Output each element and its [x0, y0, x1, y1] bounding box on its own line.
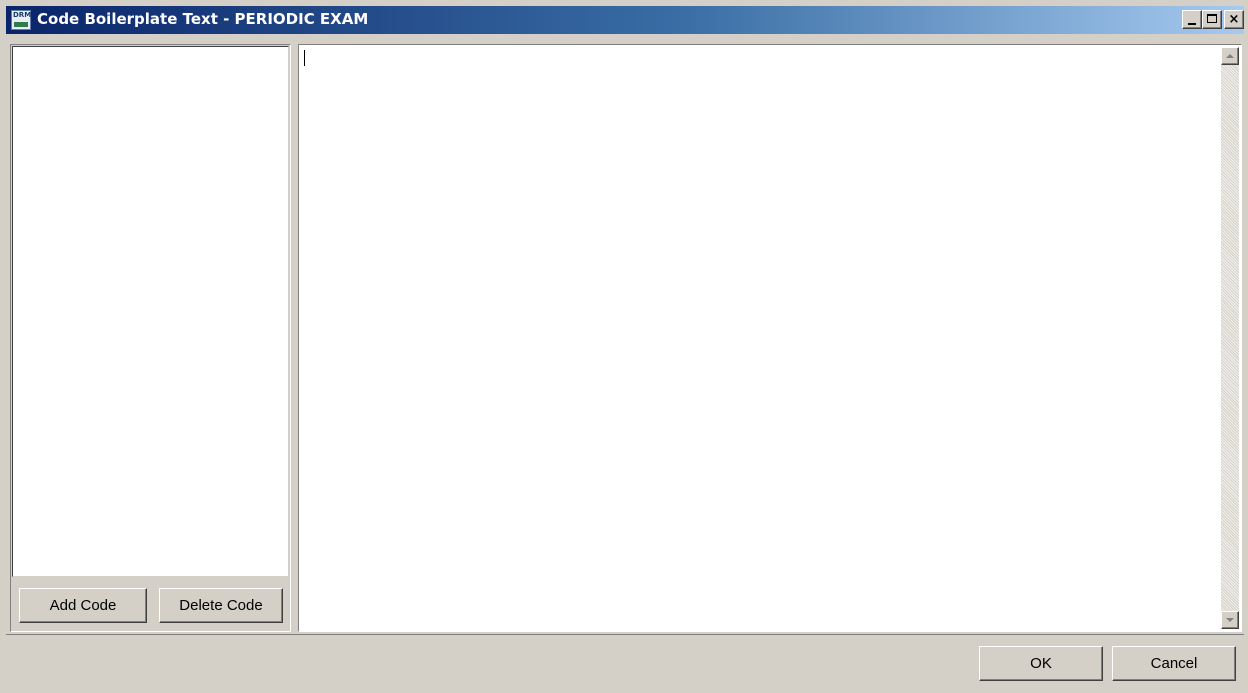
scroll-down-button[interactable] [1221, 611, 1239, 629]
app-icon-bar [14, 22, 28, 27]
arrow-up-icon [1226, 54, 1234, 58]
boilerplate-text-editor[interactable] [298, 44, 1242, 632]
maximize-icon [1207, 14, 1217, 23]
maximize-button[interactable] [1202, 10, 1222, 29]
text-caret [304, 50, 305, 66]
minimize-button[interactable] [1182, 10, 1202, 29]
code-list[interactable] [12, 46, 289, 577]
ok-button[interactable]: OK [979, 646, 1103, 681]
arrow-down-icon [1226, 618, 1234, 622]
dialog-footer: OK Cancel [6, 634, 1244, 689]
code-boilerplate-window: DRM Code Boilerplate Text - PERIODIC EXA… [0, 0, 1248, 693]
vertical-scrollbar[interactable] [1221, 47, 1239, 629]
cancel-button[interactable]: Cancel [1112, 646, 1236, 681]
code-panel: Add Code Delete Code [10, 44, 291, 632]
close-button[interactable]: × [1224, 10, 1244, 29]
window-title: Code Boilerplate Text - PERIODIC EXAM [37, 10, 369, 28]
app-icon[interactable]: DRM [11, 10, 31, 30]
delete-code-button[interactable]: Delete Code [159, 588, 283, 623]
scroll-up-button[interactable] [1221, 47, 1239, 65]
minimize-icon [1188, 23, 1196, 25]
close-icon: × [1228, 12, 1240, 27]
app-icon-label: DRM [13, 11, 32, 19]
add-code-button[interactable]: Add Code [19, 588, 147, 623]
title-bar[interactable]: DRM Code Boilerplate Text - PERIODIC EXA… [6, 6, 1244, 34]
